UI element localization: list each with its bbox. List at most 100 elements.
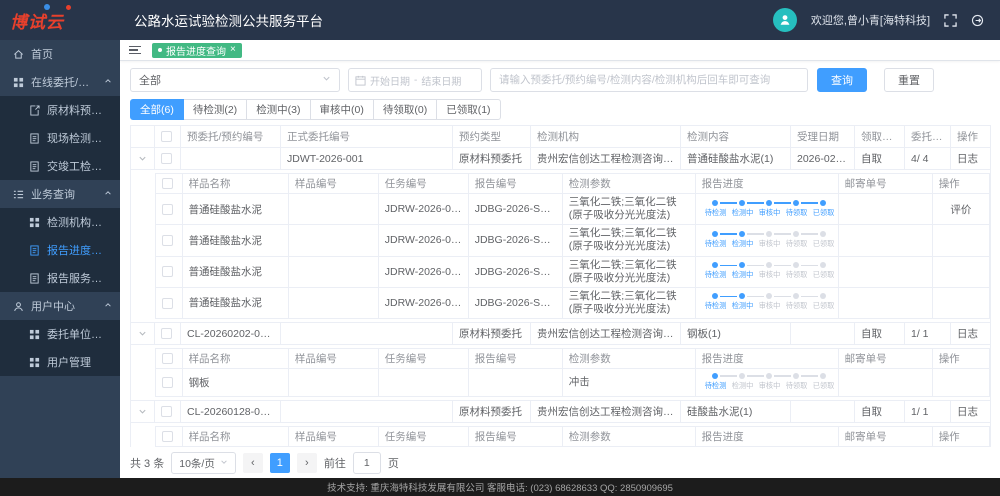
sidebar-item-home[interactable]: 首页	[0, 40, 120, 68]
row-checkbox[interactable]	[161, 406, 172, 417]
rate-link[interactable]: 评价	[932, 194, 989, 225]
select-all-checkbox[interactable]	[162, 178, 173, 189]
sidebar-item-completion-test-booking[interactable]: 交竣工检测预约	[0, 152, 120, 180]
group-row: CL-20260128-0002 原材料预委托 贵州宏信创达工程检测咨询有限公司…	[131, 401, 991, 423]
next-page-button[interactable]: ›	[297, 453, 317, 473]
doc-icon	[29, 245, 40, 256]
doc-icon	[29, 273, 40, 284]
column-header: 委托进度	[905, 126, 951, 148]
expand-row-icon[interactable]	[137, 407, 148, 416]
doc-export-icon	[29, 105, 40, 116]
tag-close-icon[interactable]: ×	[230, 45, 236, 55]
date-range-input[interactable]: 开始日期 - 结束日期	[348, 68, 482, 92]
row-checkbox[interactable]	[162, 204, 173, 215]
chevron-up-icon	[104, 188, 112, 200]
select-all-checkbox[interactable]	[162, 431, 173, 442]
total-count: 共 3 条	[130, 455, 164, 471]
pagination: 共 3 条 10条/页 ‹ 1 › 前往 页	[120, 447, 1000, 478]
home-icon	[13, 49, 24, 60]
goto-label: 前往	[324, 455, 346, 471]
person-icon	[778, 13, 792, 27]
log-link[interactable]: 日志	[951, 401, 991, 423]
filter-tab-pending-pickup[interactable]: 待领取(0)	[373, 99, 437, 120]
app-logo: 博试云	[0, 8, 120, 33]
user-icon	[13, 301, 24, 312]
logo-dot-icon	[66, 5, 71, 10]
progress-stepper: 待检测检测中审核中待领取已领取	[702, 372, 832, 393]
tab-bar: 报告进度查询 ×	[120, 40, 1000, 61]
pre-entrust-no-link[interactable]: CL-20260202-0001	[181, 323, 281, 345]
column-header: 操作	[951, 126, 991, 148]
sidebar-item-site-test-booking[interactable]: 现场检测预约	[0, 124, 120, 152]
query-button[interactable]: 查询	[817, 68, 867, 92]
grid-icon	[29, 217, 40, 228]
search-input[interactable]	[491, 69, 807, 91]
sample-row: 普通硅酸盐水泥 JDRW-2026-001 JDBG-2026-SN-001 三…	[156, 256, 990, 287]
search-input-wrap	[490, 68, 808, 92]
results-table-wrap: 预委托/预约编号 正式委托编号 预约类型 检测机构 检测内容 受理日期 领取方式…	[120, 123, 1000, 447]
expand-row-icon[interactable]	[137, 154, 148, 163]
chevron-up-icon	[104, 300, 112, 312]
reset-button[interactable]: 重置	[884, 68, 934, 92]
progress-stepper: 待检测检测中审核中待领取已领取	[702, 199, 832, 220]
sidebar-item-report-service-apply[interactable]: 报告服务申请	[0, 264, 120, 292]
column-header: 检测内容	[681, 126, 791, 148]
sub-table: 样品名称 样品编号 任务编号 报告编号 检测参数 报告进度 邮寄单号 操作 硅酸…	[155, 426, 990, 447]
sidebar-item-report-progress-query[interactable]: 报告进度查询	[0, 236, 120, 264]
goto-page-input[interactable]	[353, 452, 381, 474]
calendar-icon	[355, 75, 366, 86]
sidebar-item-user-management[interactable]: 用户管理	[0, 348, 120, 376]
sidebar-section-business-query[interactable]: 业务查询	[0, 180, 120, 208]
column-header: 受理日期	[791, 126, 855, 148]
filter-tab-pending-test[interactable]: 待检测(2)	[183, 99, 247, 120]
sidebar-item-entrust-unit-info[interactable]: 委托单位信息维护	[0, 320, 120, 348]
progress-stepper: 待检测检测中审核中待领取已领取	[702, 230, 832, 251]
page-number-button[interactable]: 1	[270, 453, 290, 473]
welcome-text: 欢迎您,曾小青[海特科技]	[811, 12, 930, 28]
logo-text: 博试云	[10, 13, 64, 32]
log-link[interactable]: 日志	[951, 323, 991, 345]
row-checkbox[interactable]	[162, 266, 173, 277]
chevron-down-icon	[322, 74, 331, 86]
row-checkbox[interactable]	[162, 298, 173, 309]
query-toolbar: 全部 开始日期 - 结束日期 查询 重置	[120, 61, 1000, 95]
page-size-select[interactable]: 10条/页	[171, 452, 236, 474]
filter-tab-all[interactable]: 全部(6)	[130, 99, 184, 120]
log-link[interactable]: 日志	[951, 148, 991, 170]
select-all-checkbox[interactable]	[161, 131, 172, 142]
collapse-menu-icon[interactable]	[129, 46, 141, 55]
logo-blue-dot-icon	[44, 4, 50, 10]
sample-row: 普通硅酸盐水泥 JDRW-2026-001 JDBG-2026-SN-001 三…	[156, 194, 990, 225]
status-select[interactable]: 全部	[130, 68, 340, 92]
avatar[interactable]	[773, 8, 797, 32]
tag-report-progress[interactable]: 报告进度查询 ×	[152, 43, 242, 58]
column-header: 正式委托编号	[281, 126, 453, 148]
row-checkbox[interactable]	[161, 153, 172, 164]
sidebar-item-raw-material-pre-entrust[interactable]: 原材料预委托	[0, 96, 120, 124]
row-checkbox[interactable]	[162, 377, 173, 388]
status-filter-tabs: 全部(6) 待检测(2) 检测中(3) 审核中(0) 待领取(0) 已领取(1)	[130, 99, 1000, 120]
row-checkbox[interactable]	[162, 235, 173, 246]
grid-icon	[29, 329, 40, 340]
sub-table: 样品名称 样品编号 任务编号 报告编号 检测参数 报告进度 邮寄单号 操作 普通…	[155, 173, 990, 319]
filter-tab-testing[interactable]: 检测中(3)	[246, 99, 310, 120]
app-header: 博试云 公路水运试验检测公共服务平台 欢迎您,曾小青[海特科技]	[0, 0, 1000, 40]
sidebar-section-user-center[interactable]: 用户中心	[0, 292, 120, 320]
filter-tab-reviewing[interactable]: 审核中(0)	[310, 99, 374, 120]
logout-icon[interactable]	[971, 14, 984, 27]
fullscreen-icon[interactable]	[944, 14, 957, 27]
doc-icon	[29, 161, 40, 172]
select-all-checkbox[interactable]	[162, 353, 173, 364]
filter-tab-picked-up[interactable]: 已领取(1)	[436, 99, 500, 120]
sidebar-section-online-entrust[interactable]: 在线委托/预约	[0, 68, 120, 96]
pre-entrust-no-link[interactable]: CL-20260128-0002	[181, 401, 281, 423]
prev-page-button[interactable]: ‹	[243, 453, 263, 473]
expand-row-icon[interactable]	[137, 329, 148, 338]
sidebar-item-org-info-query[interactable]: 检测机构信息查询	[0, 208, 120, 236]
column-header: 预委托/预约编号	[181, 126, 281, 148]
footer: 技术支持: 重庆海特科技发展有限公司 客服电话: (023) 68628633 …	[0, 478, 1000, 496]
group-row: JDWT-2026-001 原材料预委托 贵州宏信创达工程检测咨询有限公司 普通…	[131, 148, 991, 170]
progress-stepper: 待检测检测中审核中待领取已领取	[702, 292, 832, 313]
sample-row: 钢板 冲击 待检测检测中审核中待领取已领取	[156, 369, 990, 397]
row-checkbox[interactable]	[161, 328, 172, 339]
